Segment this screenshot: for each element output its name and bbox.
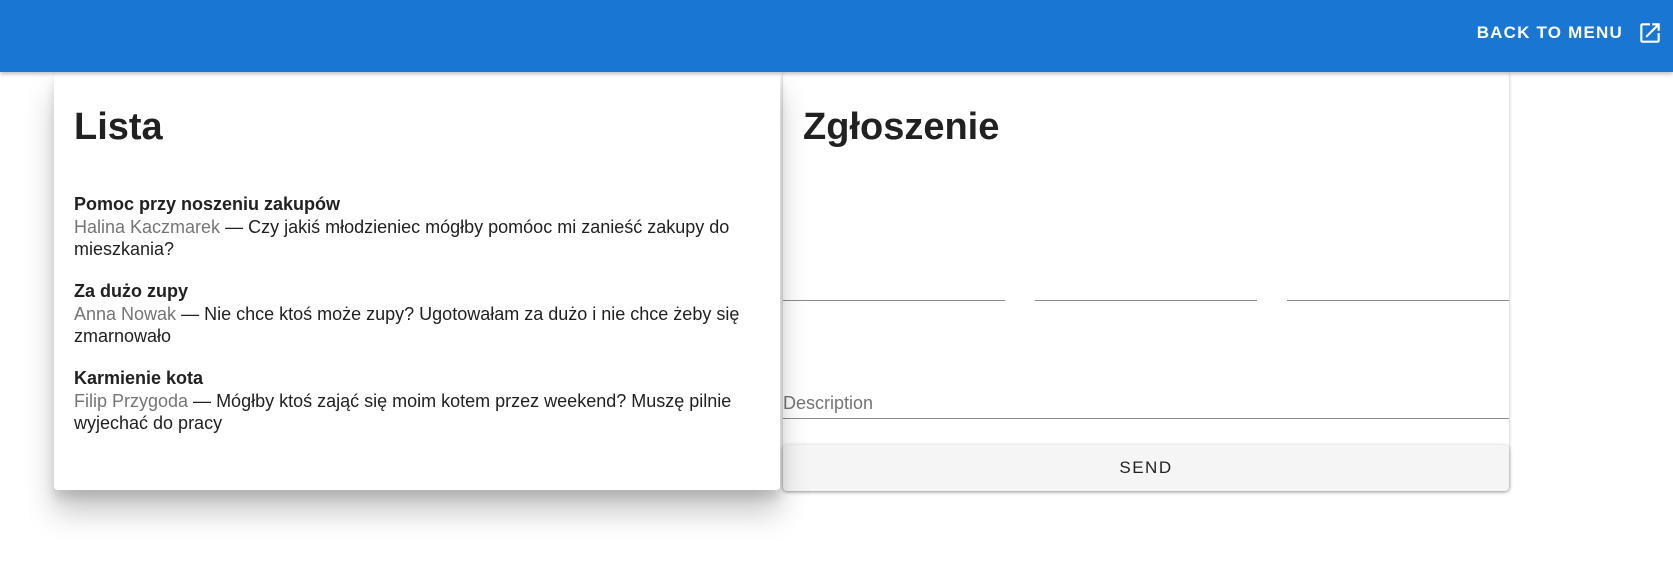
list-item-body: Filip Przygoda — Mógłby ktoś zająć się m… [74,390,764,434]
title-field[interactable] [783,192,1005,301]
list-item-separator: — [220,217,249,237]
list-title: Lista [74,106,163,148]
app-bar: BACK TO MENU [0,0,1673,72]
back-to-menu-button[interactable]: BACK TO MENU [1477,18,1663,48]
form-title: Zgłoszenie [803,106,1000,148]
send-button[interactable]: SEND [783,445,1509,491]
list-item-title: Karmienie kota [74,368,204,388]
list-item-author: Halina Kaczmarek [74,217,221,237]
list-item[interactable]: Za dużo zupy Anna Nowak — Nie chce ktoś … [74,279,764,347]
first-name-field[interactable] [1035,192,1257,301]
list-item[interactable]: Karmienie kota Filip Przygoda — Mógłby k… [74,366,764,434]
list-card: Lista Pomoc przy noszeniu zakupów Halina… [54,72,780,490]
list-item-title: Za dużo zupy [74,281,188,301]
list-item-separator: — [188,391,217,411]
open-in-new-icon [1637,20,1663,46]
description-input[interactable] [783,393,1509,414]
request-list: Pomoc przy noszeniu zakupów Halina Kaczm… [74,192,764,453]
request-form-card: Zgłoszenie SEND [783,72,1509,491]
list-item[interactable]: Pomoc przy noszeniu zakupów Halina Kaczm… [74,192,764,260]
list-item-title: Pomoc przy noszeniu zakupów [74,194,341,214]
description-field[interactable] [783,372,1509,419]
list-item-body: Halina Kaczmarek — Czy jakiś młodzieniec… [74,216,764,260]
list-item-author: Filip Przygoda [74,391,189,411]
back-to-menu-label: BACK TO MENU [1476,23,1623,42]
list-item-body: Anna Nowak — Nie chce ktoś może zupy? Ug… [74,303,764,347]
last-name-field[interactable] [1287,192,1509,301]
list-item-author: Anna Nowak [74,304,177,324]
list-item-separator: — [176,304,205,324]
